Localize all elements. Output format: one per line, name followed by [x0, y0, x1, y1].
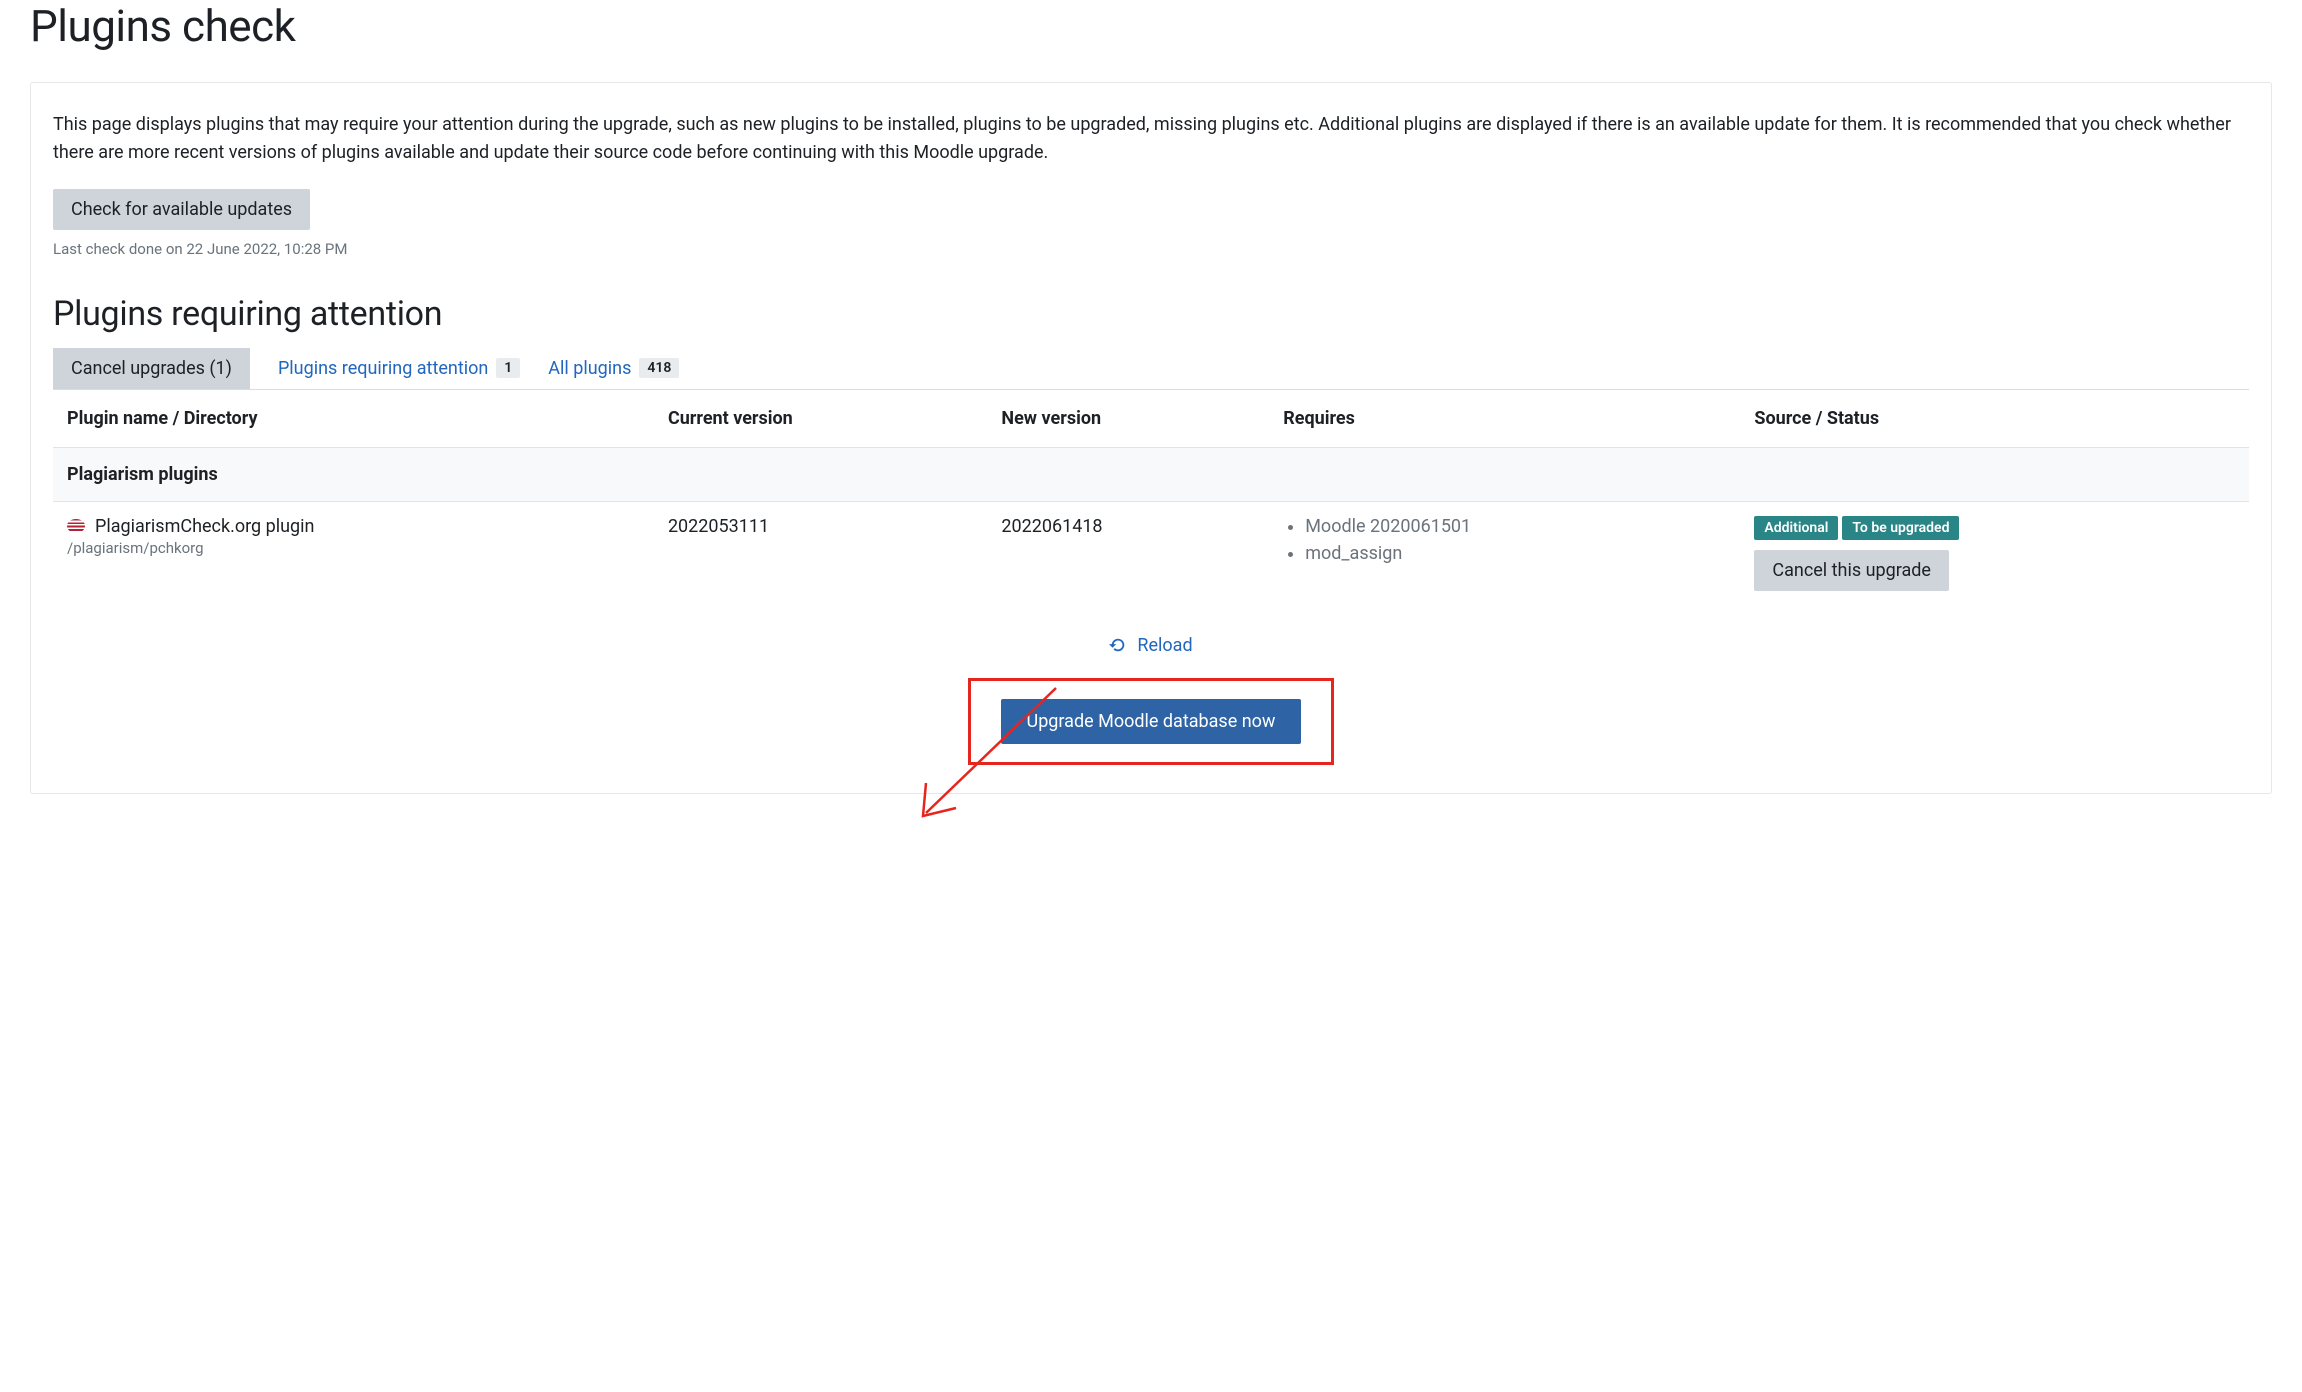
content-panel: This page displays plugins that may requ…	[30, 82, 2272, 794]
plugins-requiring-attention-link[interactable]: Plugins requiring attention 1	[278, 348, 520, 389]
section-title: Plugins requiring attention	[53, 294, 2249, 334]
check-updates-button[interactable]: Check for available updates	[53, 189, 310, 230]
new-version: 2022061418	[987, 501, 1269, 605]
col-new-header: New version	[987, 390, 1269, 448]
all-plugins-count: 418	[639, 358, 679, 378]
plugin-directory: /plagiarism/pchkorg	[67, 539, 640, 557]
status-badge-upgrade: To be upgraded	[1842, 516, 1959, 540]
upgrade-database-button[interactable]: Upgrade Moodle database now	[1001, 699, 1302, 744]
cancel-upgrades-button[interactable]: Cancel upgrades (1)	[53, 348, 250, 389]
reload-label: Reload	[1137, 635, 1192, 656]
plugin-icon	[67, 519, 85, 533]
cancel-this-upgrade-button[interactable]: Cancel this upgrade	[1754, 550, 1949, 591]
intro-text: This page displays plugins that may requ…	[53, 111, 2249, 167]
col-status-header: Source / Status	[1740, 390, 2249, 448]
reload-icon	[1109, 636, 1127, 654]
table-row: PlagiarismCheck.org plugin /plagiarism/p…	[53, 501, 2249, 605]
filter-row: Cancel upgrades (1) Plugins requiring at…	[53, 348, 2249, 390]
plugin-name: PlagiarismCheck.org plugin	[95, 516, 314, 537]
requires-item: mod_assign	[1305, 543, 1726, 564]
plugins-table: Plugin name / Directory Current version …	[53, 390, 2249, 605]
status-badge-additional: Additional	[1754, 516, 1838, 540]
category-row: Plagiarism plugins	[53, 447, 2249, 501]
col-name-header: Plugin name / Directory	[53, 390, 654, 448]
requires-item: Moodle 2020061501	[1305, 516, 1726, 537]
reload-link[interactable]: Reload	[1109, 635, 1192, 656]
current-version: 2022053111	[654, 501, 987, 605]
all-plugins-link[interactable]: All plugins 418	[548, 348, 679, 389]
upgrade-highlight-box: Upgrade Moodle database now	[968, 678, 1335, 765]
plugins-requiring-attention-label: Plugins requiring attention	[278, 358, 488, 379]
requires-list: Moodle 2020061501 mod_assign	[1283, 516, 1726, 564]
col-current-header: Current version	[654, 390, 987, 448]
page-title: Plugins check	[30, 0, 2272, 52]
col-requires-header: Requires	[1269, 390, 1740, 448]
last-check-text: Last check done on 22 June 2022, 10:28 P…	[53, 240, 2249, 258]
all-plugins-label: All plugins	[548, 358, 631, 379]
requiring-attention-count: 1	[496, 358, 520, 378]
